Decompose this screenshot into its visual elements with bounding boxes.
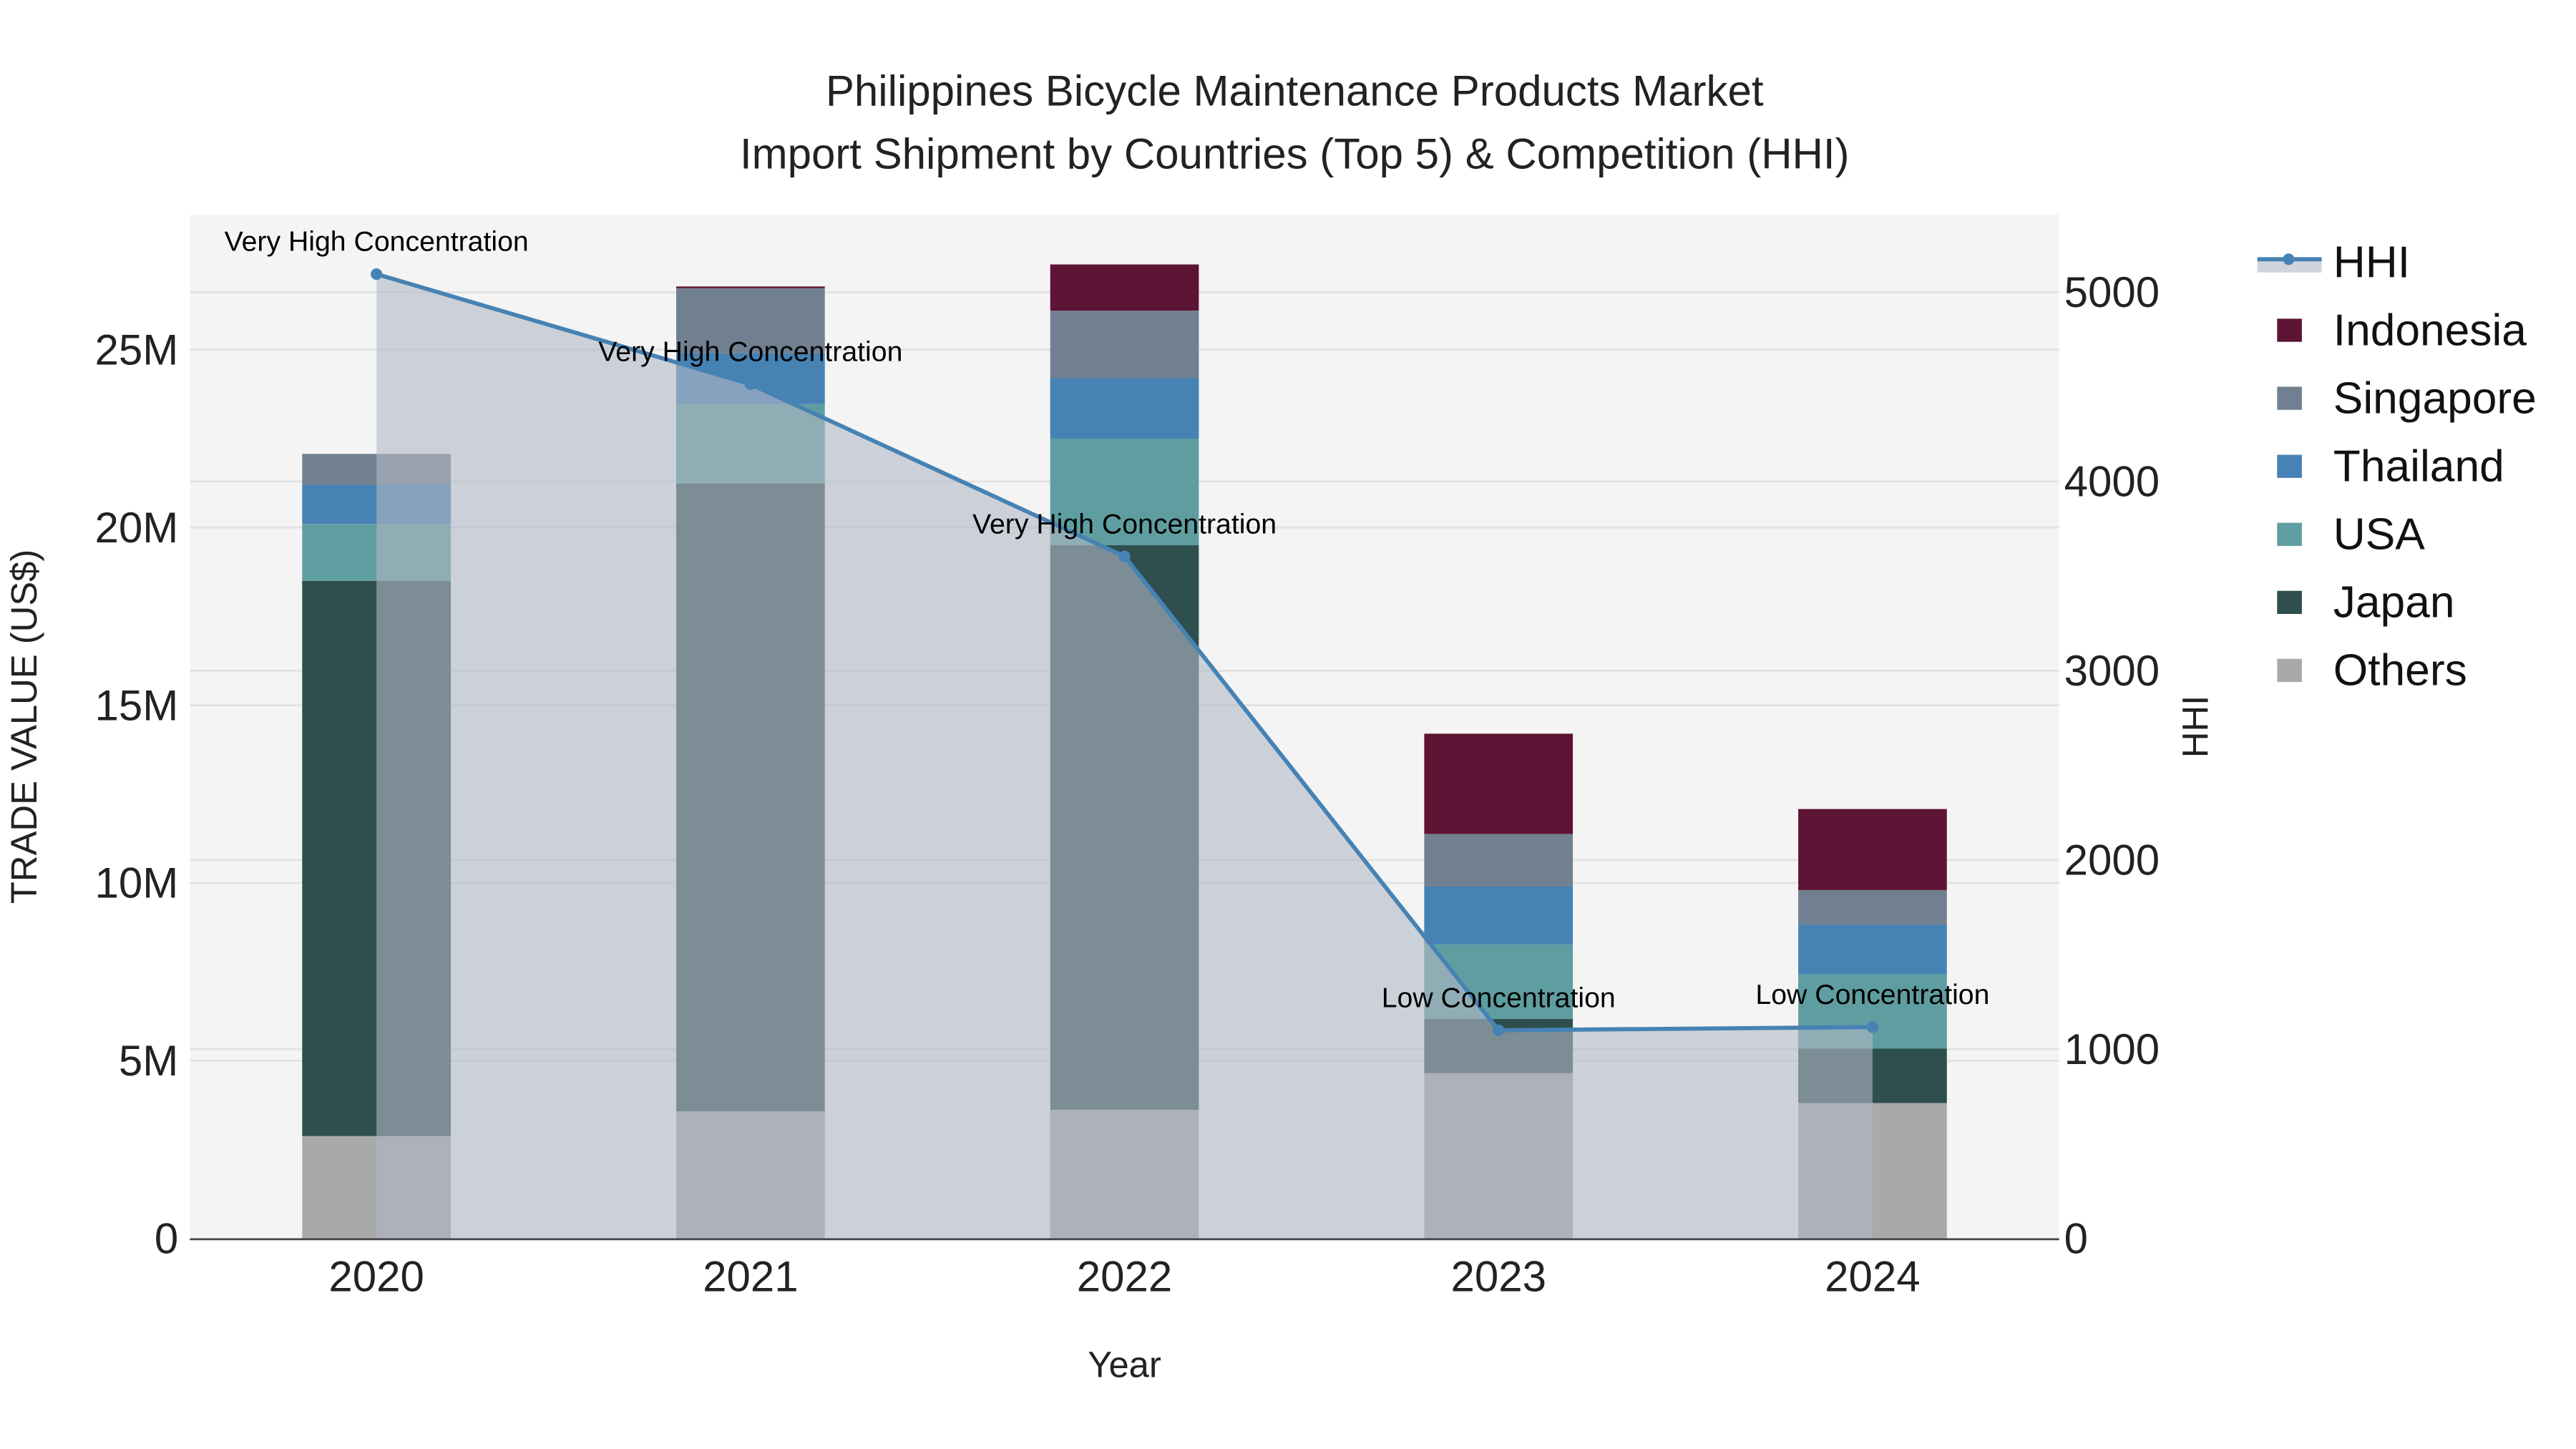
legend-swatch [2277, 522, 2302, 546]
legend-item-hhi[interactable]: HHI [2257, 238, 2410, 288]
hhi-annotation: Low Concentration [1382, 982, 1616, 1014]
y2-tick-label: 2000 [2064, 836, 2160, 884]
x-tick-label: 2021 [703, 1253, 798, 1301]
legend-swatch [2277, 590, 2302, 614]
y-tick-label: 10M [95, 859, 179, 907]
bar-singapore-2024[interactable] [1798, 889, 1947, 925]
bar-singapore-2022[interactable] [1050, 311, 1199, 379]
x-axis-title: Year [1088, 1345, 1161, 1385]
x-tick-label: 2023 [1450, 1253, 1546, 1301]
chart: Philippines Bicycle Maintenance Products… [4, 67, 2537, 1385]
hhi-point-2023[interactable] [1493, 1024, 1505, 1036]
y2-tick-label: 4000 [2064, 458, 2160, 506]
hhi-annotation: Low Concentration [1755, 979, 1989, 1010]
legend-item-japan[interactable]: Japan [2277, 578, 2455, 628]
bar-thailand-2022[interactable] [1050, 378, 1199, 439]
legend-swatch [2277, 658, 2302, 683]
bar-indonesia-2022[interactable] [1050, 264, 1199, 311]
y-tick-label: 5M [119, 1037, 178, 1085]
y2-tick-label: 3000 [2064, 647, 2160, 695]
y-axis-title: TRADE VALUE (US$) [4, 550, 44, 904]
bar-thailand-2024[interactable] [1798, 924, 1947, 975]
hhi-annotation: Very High Concentration [972, 508, 1277, 540]
legend-item-usa[interactable]: USA [2277, 510, 2425, 560]
y2-tick-label: 1000 [2064, 1025, 2160, 1073]
chart-subtitle: Import Shipment by Countries (Top 5) & C… [740, 130, 1850, 177]
bar-indonesia-2024[interactable] [1798, 809, 1947, 890]
hhi-point-2020[interactable] [371, 268, 383, 280]
x-tick-label: 2020 [328, 1253, 424, 1301]
bar-thailand-2023[interactable] [1424, 886, 1574, 945]
legend-hhi-marker [2283, 253, 2295, 265]
legend-label: Others [2333, 646, 2467, 696]
legend-label: Japan [2333, 578, 2455, 628]
hhi-point-2024[interactable] [1866, 1021, 1878, 1033]
y2-tick-label: 0 [2064, 1215, 2088, 1263]
legend-label: Thailand [2333, 441, 2504, 491]
y2-axis-title: HHI [2175, 696, 2215, 758]
legend-label: HHI [2333, 238, 2410, 288]
y-tick-label: 20M [95, 504, 179, 552]
y2-tick-label: 5000 [2064, 268, 2160, 316]
x-tick-label: 2024 [1825, 1253, 1920, 1301]
legend-swatch [2277, 454, 2302, 478]
legend-item-indonesia[interactable]: Indonesia [2277, 306, 2527, 355]
chart-title: Philippines Bicycle Maintenance Products… [826, 67, 1764, 115]
y-tick-label: 25M [95, 326, 179, 374]
x-tick-label: 2022 [1077, 1253, 1172, 1301]
y-tick-label: 0 [155, 1215, 178, 1263]
hhi-point-2022[interactable] [1118, 550, 1131, 562]
bar-indonesia-2021[interactable] [676, 286, 825, 288]
legend-label: USA [2333, 510, 2426, 560]
legend-swatch [2277, 318, 2302, 342]
hhi-annotation: Very High Concentration [598, 336, 902, 368]
bar-singapore-2023[interactable] [1424, 834, 1574, 887]
y-tick-label: 15M [95, 681, 179, 729]
legend-item-others[interactable]: Others [2277, 646, 2467, 696]
legend-item-singapore[interactable]: Singapore [2277, 374, 2537, 423]
legend-item-thailand[interactable]: Thailand [2277, 441, 2504, 491]
bar-indonesia-2023[interactable] [1424, 733, 1574, 834]
legend-label: Indonesia [2333, 306, 2527, 355]
hhi-annotation: Very High Concentration [225, 226, 529, 258]
legend-label: Singapore [2333, 374, 2537, 423]
legend-swatch [2277, 386, 2302, 410]
hhi-point-2021[interactable] [744, 378, 756, 391]
